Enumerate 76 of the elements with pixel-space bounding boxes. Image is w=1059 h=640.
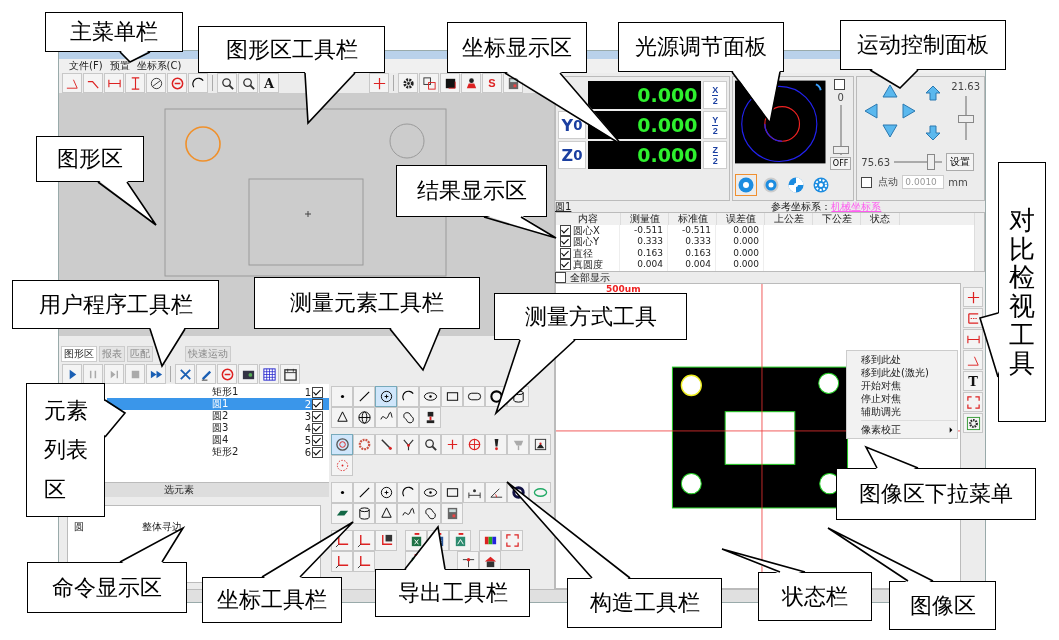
unit-label: mm [948,176,968,188]
element-number: 5 [304,434,311,446]
section-title: 选元素 [164,483,194,497]
table-cell: 直径 [573,247,593,259]
menu-item[interactable]: 开始对焦 [861,379,957,392]
table-cell: 0.333 [620,236,668,248]
table-cell: 0.163 [668,247,716,259]
settings-button[interactable]: 设置 [946,153,974,171]
column-header: 下公差 [813,213,861,225]
show-all-label: 全部显示 [570,270,610,285]
callout-label: 构造工具栏 [567,578,722,628]
table-cell: -0.511 [668,224,716,236]
element-row[interactable]: 矩形1 1 [107,386,329,398]
menu-item[interactable]: 移到此处(激光) [861,366,957,379]
table-cell: 圆心Y [573,236,600,248]
table-cell: 圆心X [573,224,600,236]
table-cell: 0.333 [668,236,716,248]
result-title: 圆1 [555,199,572,214]
table-cell: 0.004 [620,259,668,271]
text-tool-button[interactable]: T [963,371,983,391]
coordinate-readout: 0.000 [588,141,702,169]
column-header: 误差值 [717,213,765,225]
column-header: 内容 [556,213,621,225]
halve-button[interactable]: Z 2 [703,141,728,169]
element-number: 1 [304,386,311,398]
element-name: 矩形1 [212,386,240,398]
text-tool-button[interactable]: A [259,73,279,93]
z-speed: 21.63 [951,81,980,92]
column-header: 测量值 [621,213,669,225]
callout-label: 元素列表区 [26,383,105,517]
element-name: 矩形2 [212,446,240,458]
callout-label: 图形区 [36,136,144,182]
element-name: 圆4 [212,434,230,446]
table-cell: 0.004 [668,259,716,271]
menu-item[interactable]: 辅助调光 [861,405,957,418]
light-value: 0 [837,92,844,103]
element-number: 4 [304,422,311,434]
xy-speed: 75.63 [861,156,890,168]
element-row[interactable]: 矩形2 6 [107,446,329,458]
callout-label: 坐标工具栏 [202,577,342,623]
element-name: 圆1 [212,398,230,410]
element-number: 2 [304,398,311,410]
menu-item[interactable]: 移到此处 [861,353,957,366]
element-number: 3 [304,410,311,422]
callout-label: 测量方式工具 [494,293,687,340]
menu-item[interactable]: 像素校正 [861,423,957,436]
table-cell: -0.511 [620,224,668,236]
table-cell: 0.000 [716,259,764,271]
menu-item[interactable]: 预置 [109,60,130,72]
table-cell: 真圆度 [573,259,603,271]
scale-label: 500um [606,284,641,294]
element-name: 圆2 [212,410,230,422]
halve-button[interactable]: X 2 [703,81,728,109]
menu-item[interactable]: 停止对焦 [861,392,957,405]
off-button[interactable]: OFF [829,157,852,170]
halve-button[interactable]: Y 2 [703,111,728,139]
tab[interactable]: 图形区 [61,346,97,362]
element-type: 圆 [74,520,85,534]
element-row[interactable]: 圆4 5 [107,434,329,446]
table-cell: 0.163 [620,247,668,259]
coordinate-readout: 0.000 [588,81,702,109]
table-cell: 0.000 [716,247,764,259]
callout-label: 图像区 [889,581,996,630]
column-header: 上公差 [765,213,813,225]
jog-label: 点动 [878,175,899,189]
reference-label: 参考坐标系： [771,199,832,214]
style-tool-button[interactable]: S [482,73,502,93]
element-name: 圆3 [212,422,230,434]
menu-item[interactable]: 文件(F) [69,60,103,72]
table-cell: 0.000 [716,236,764,248]
element-number: 6 [304,446,311,458]
table-cell: 0.000 [716,224,764,236]
column-header: 标准值 [669,213,717,225]
menu-item[interactable]: 坐标系(C) [136,60,182,72]
callout-label: 坐标显示区 [447,22,587,73]
column-header: 状态 [861,213,900,225]
